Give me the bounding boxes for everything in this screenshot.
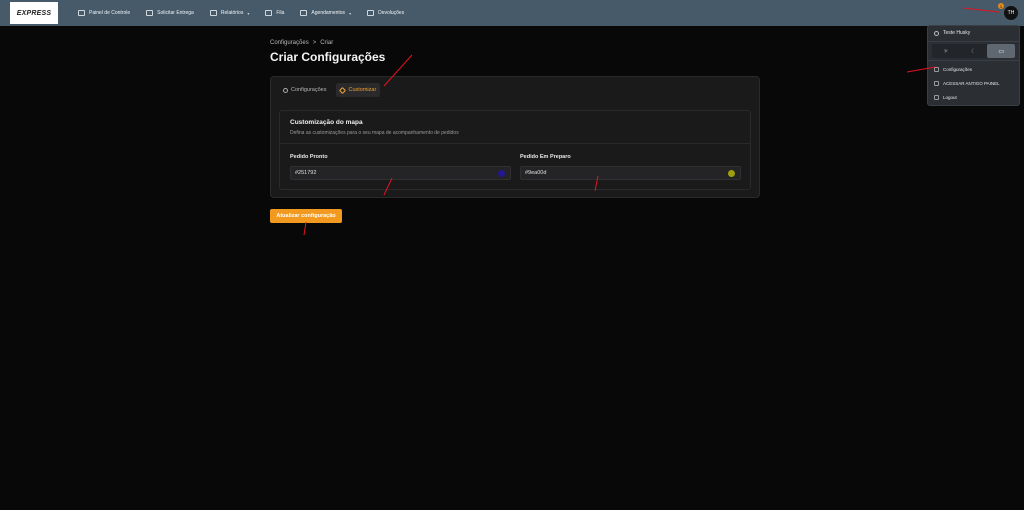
- divider: [928, 60, 1019, 61]
- queue-icon: [265, 10, 273, 16]
- breadcrumb: Configurações > Criar: [270, 40, 333, 46]
- breadcrumb-parent[interactable]: Configurações: [270, 40, 309, 46]
- nav-label: Painel de Controle: [89, 10, 131, 16]
- nav-solicitar[interactable]: Solicitar Entrega: [146, 10, 194, 16]
- user-avatar[interactable]: TH: [1004, 6, 1018, 20]
- menu-item-configuracoes[interactable]: Configurações: [928, 62, 1019, 76]
- logo-text: EXPRESS: [16, 9, 52, 17]
- nav-label: Relatórios: [220, 10, 244, 16]
- dashboard-icon: [78, 10, 85, 16]
- tab-label: Customizar: [348, 87, 377, 93]
- menu-item-antigo-painel[interactable]: ACESSAR ANTIGO PAINEL: [928, 76, 1019, 90]
- dark-theme-button[interactable]: ☾: [960, 44, 988, 58]
- moon-icon: ☾: [970, 48, 977, 55]
- send-icon: [146, 10, 154, 16]
- system-theme-button[interactable]: ▭: [987, 44, 1016, 58]
- logout-icon: [934, 94, 939, 100]
- light-theme-button[interactable]: ☀: [932, 44, 960, 58]
- monitor-icon: ▭: [998, 48, 1005, 55]
- section-title: Customização do mapa: [290, 119, 363, 126]
- nav-label: Fila: [276, 10, 285, 16]
- nav-label: Solicitar Entrega: [157, 10, 194, 16]
- gear-icon: [283, 87, 288, 93]
- pronto-color-input[interactable]: #251792: [290, 166, 511, 180]
- nav-devolucoes[interactable]: Devoluções: [367, 10, 404, 16]
- express-logo[interactable]: EXPRESS: [10, 2, 58, 24]
- report-icon: [209, 10, 217, 16]
- settings-icon: [934, 66, 939, 72]
- preparo-color-value: #9ea00d: [525, 170, 547, 176]
- user-name-text: Teste Husky: [943, 30, 971, 36]
- nav-relatorios[interactable]: Relatórios ▾: [209, 10, 250, 16]
- preparo-color-swatch[interactable]: [728, 170, 735, 177]
- return-icon: [367, 10, 375, 16]
- top-navbar: EXPRESS Painel de Controle Solicitar Ent…: [0, 0, 1024, 26]
- preparo-label: Pedido Em Preparo: [520, 154, 571, 160]
- annotation-arrow-button: [303, 221, 307, 236]
- external-icon: [934, 80, 939, 86]
- chevron-down-icon: ▾: [349, 10, 352, 16]
- notification-badge: 1: [998, 3, 1004, 9]
- update-config-button[interactable]: Atualizar configuração: [270, 209, 342, 223]
- user-dropdown-menu: Teste Husky ☀ ☾ ▭ Configurações ACESSAR …: [927, 25, 1020, 106]
- calendar-icon: [300, 10, 308, 16]
- sun-icon: ☀: [943, 48, 949, 55]
- pronto-color-swatch[interactable]: [498, 170, 505, 177]
- user-icon: [934, 30, 939, 36]
- nav-agendamentos[interactable]: Agendamentos ▾: [300, 10, 351, 16]
- menu-user-name: Teste Husky: [928, 26, 1019, 40]
- menu-item-label: Logout: [943, 94, 957, 100]
- tab-configuracoes[interactable]: Configurações: [279, 83, 330, 97]
- map-customization-panel: Customização do mapa Defina as customiza…: [279, 110, 751, 190]
- pronto-label: Pedido Pronto: [290, 154, 328, 160]
- breadcrumb-current: Criar: [320, 40, 334, 46]
- menu-item-label: ACESSAR ANTIGO PAINEL: [943, 80, 1000, 86]
- menu-item-label: Configurações: [943, 66, 973, 72]
- tab-customizar[interactable]: Customizar: [336, 83, 381, 97]
- menu-item-logout[interactable]: Logout: [928, 90, 1019, 104]
- main-nav: Painel de Controle Solicitar Entrega Rel…: [78, 0, 420, 26]
- pronto-color-value: #251792: [295, 170, 317, 176]
- tab-label: Configurações: [291, 87, 327, 93]
- divider: [280, 143, 750, 144]
- chevron-down-icon: ▾: [247, 10, 250, 16]
- theme-switcher: ☀ ☾ ▭: [932, 44, 1016, 58]
- preparo-color-input[interactable]: #9ea00d: [520, 166, 741, 180]
- nav-painel[interactable]: Painel de Controle: [78, 10, 130, 16]
- page-title: Criar Configurações: [270, 50, 386, 64]
- brush-icon: [339, 86, 347, 94]
- nav-fila[interactable]: Fila: [265, 10, 284, 16]
- section-description: Defina as customizações para o seu mapa …: [290, 130, 459, 136]
- breadcrumb-separator: >: [312, 40, 317, 46]
- tab-bar: Configurações Customizar: [279, 83, 381, 97]
- settings-card: Configurações Customizar Customização do…: [270, 76, 760, 198]
- divider: [928, 41, 1019, 42]
- nav-label: Agendamentos: [311, 10, 346, 16]
- nav-label: Devoluções: [378, 10, 405, 16]
